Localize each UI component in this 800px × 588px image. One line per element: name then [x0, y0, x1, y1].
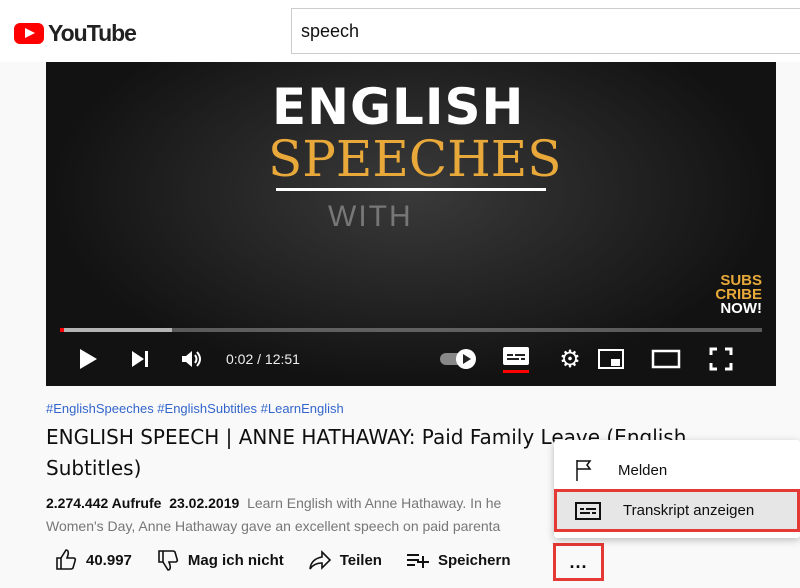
share-icon: [308, 550, 331, 570]
progress-bar[interactable]: [60, 328, 762, 332]
time-display: 0:02 / 12:51: [226, 351, 300, 367]
volume-icon: [182, 351, 201, 367]
dislike-button[interactable]: Mag ich nicht: [156, 548, 284, 572]
subtitles-icon: [503, 346, 529, 365]
thumbs-up-icon: [56, 549, 77, 570]
more-actions-button[interactable]: ...: [553, 543, 604, 581]
subscribe-badge: SUBS CRIBE NOW!: [715, 272, 762, 317]
menu-item-report[interactable]: Melden: [554, 448, 800, 492]
share-button[interactable]: Teilen: [308, 548, 382, 572]
add-to-playlist-icon: [406, 554, 429, 568]
autoplay-icon: [440, 349, 476, 369]
thumb-title-1: ENGLISH: [272, 78, 525, 136]
theater-icon: [651, 349, 681, 369]
subtitles-active-indicator: [503, 369, 529, 373]
action-bar: 40.997 Mag ich nicht Teilen Speichern: [54, 548, 535, 572]
miniplayer-icon: [598, 349, 624, 369]
fullscreen-button[interactable]: [706, 345, 736, 373]
thumb-title-3: WITH: [328, 200, 413, 233]
settings-button[interactable]: ⚙: [556, 345, 584, 373]
gear-icon: ⚙: [559, 345, 581, 373]
played-bar: [60, 328, 65, 332]
youtube-logo[interactable]: YouTube: [14, 20, 137, 47]
autoplay-toggle[interactable]: [438, 345, 478, 373]
play-icon: [80, 349, 97, 369]
video-player[interactable]: ENGLISH SPEECHES WITH SUBS CRIBE NOW! 0:02…: [46, 62, 776, 386]
like-button[interactable]: 40.997: [54, 548, 132, 572]
thumb-title-2: SPEECHES: [268, 130, 562, 188]
buffered-bar: [60, 328, 173, 332]
theater-mode-button[interactable]: [650, 345, 682, 373]
hashtags-link[interactable]: #EnglishSpeeches #EnglishSubtitles #Lear…: [46, 401, 344, 416]
next-button[interactable]: [126, 345, 154, 373]
logo-text: YouTube: [48, 20, 137, 46]
transcript-icon: [575, 501, 601, 520]
fullscreen-icon: [709, 347, 733, 371]
youtube-play-icon: [14, 23, 44, 44]
description[interactable]: 2.274.442 Aufrufe 23.02.2019 Learn Engli…: [46, 492, 566, 538]
header: YouTube speech: [0, 0, 800, 62]
search-input[interactable]: speech: [291, 8, 800, 54]
more-actions-menu: Melden Transkript anzeigen: [554, 440, 800, 538]
thumb-divider: [276, 188, 546, 191]
menu-item-show-transcript[interactable]: Transkript anzeigen: [554, 489, 800, 532]
subtitles-button[interactable]: [500, 345, 532, 373]
thumbs-down-icon: [158, 550, 179, 571]
volume-button[interactable]: [178, 345, 206, 373]
flag-icon: [576, 460, 592, 481]
save-button[interactable]: Speichern: [406, 550, 511, 570]
next-icon: [132, 351, 148, 367]
play-button[interactable]: [74, 345, 102, 373]
miniplayer-button[interactable]: [596, 345, 626, 373]
